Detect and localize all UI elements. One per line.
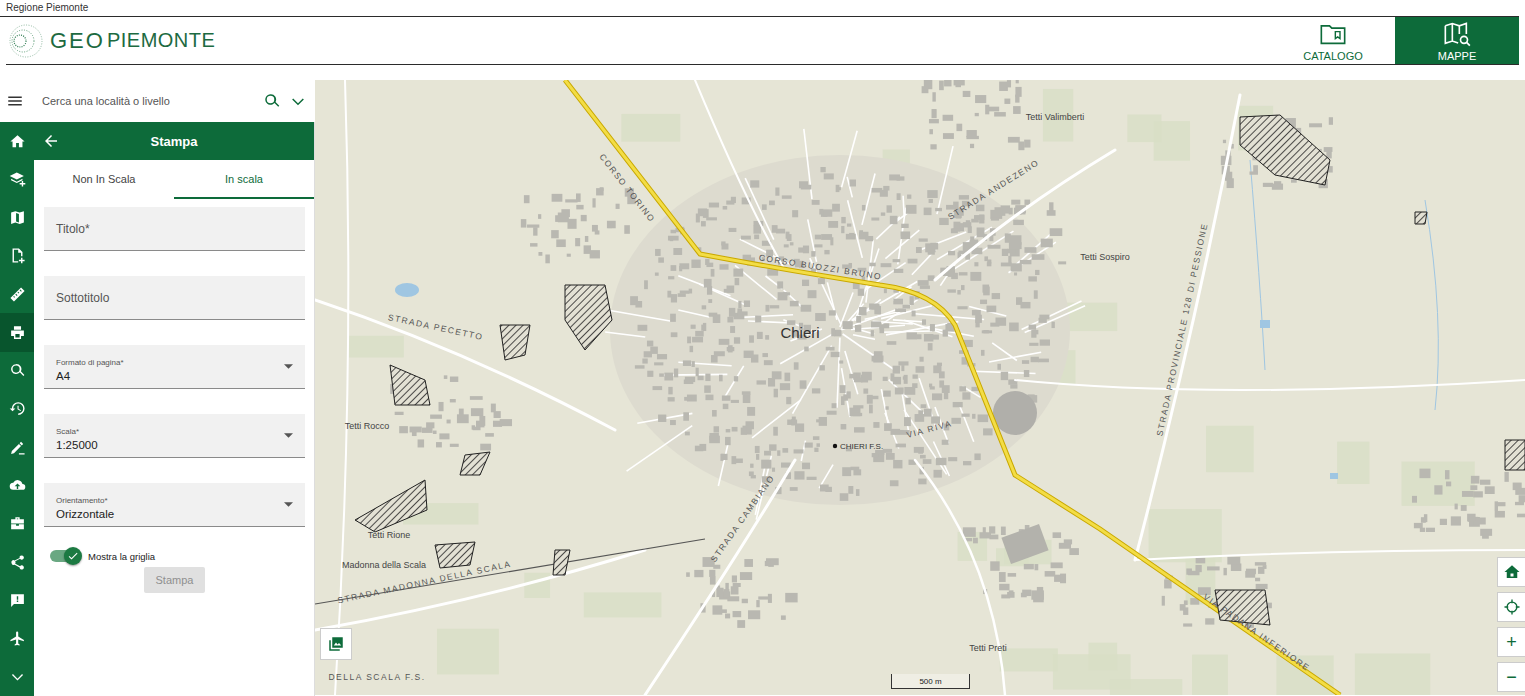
nav-item[interactable] bbox=[0, 428, 34, 466]
tab[interactable]: Non In Scala bbox=[34, 160, 174, 199]
cloud-upload-icon bbox=[9, 477, 26, 494]
logo-prefix: GEO bbox=[50, 28, 105, 54]
map-label: Madonna della Scala bbox=[342, 560, 426, 570]
nav-rail bbox=[0, 122, 34, 696]
map-label: Tetti Rocco bbox=[345, 421, 390, 431]
menu-icon[interactable] bbox=[6, 92, 24, 110]
toggle-track bbox=[50, 550, 80, 562]
map-label: Tetti Rione bbox=[368, 530, 411, 540]
chevron-down-icon[interactable] bbox=[289, 92, 307, 110]
nav-item[interactable] bbox=[0, 160, 34, 198]
search-bar: Cerca una località o livello bbox=[0, 80, 315, 122]
map-label: Chieri bbox=[780, 324, 819, 341]
header: GEO PIEMONTE CATALOGO MAPPE bbox=[6, 17, 1519, 65]
nav-item[interactable] bbox=[0, 122, 34, 160]
map-label: Tetti Sospiro bbox=[1080, 252, 1130, 262]
feedback-icon bbox=[9, 592, 26, 609]
layers-add-icon bbox=[9, 171, 26, 188]
check-icon bbox=[67, 550, 79, 562]
dropdown-caret-icon bbox=[284, 502, 293, 507]
map[interactable]: Chieri Tetti Valimberti Tetti Sospiro Tetti… bbox=[315, 80, 1525, 696]
panel-header: Stampa bbox=[34, 122, 314, 160]
logo[interactable]: GEO PIEMONTE bbox=[6, 17, 215, 64]
app: Regione Piemonte GEO PIEMONTE CATALOGO M… bbox=[0, 0, 1525, 696]
map-label: STRADA MADONNA DELLA SCALA bbox=[337, 559, 513, 606]
zoom-in-button[interactable]: + bbox=[1497, 627, 1525, 657]
map-label: VIA RIVA bbox=[905, 418, 953, 440]
search-input[interactable]: Cerca una località o livello bbox=[32, 95, 255, 107]
toggle-knob bbox=[64, 547, 82, 565]
station-dot-icon bbox=[833, 444, 837, 448]
grid-toggle[interactable]: Mostra la griglia bbox=[44, 550, 305, 562]
nav-item[interactable] bbox=[0, 199, 34, 237]
map-label: STRADA ANDEZENO bbox=[946, 157, 1041, 221]
locate-button[interactable] bbox=[1497, 592, 1525, 622]
map-label: Tetti Preti bbox=[969, 643, 1007, 653]
map-icon bbox=[9, 209, 26, 226]
map-search-icon bbox=[1442, 20, 1472, 48]
ruler-icon bbox=[9, 286, 26, 303]
zoom-out-button[interactable]: − bbox=[1497, 662, 1525, 692]
file-add-icon bbox=[9, 247, 26, 264]
chevron-down-icon bbox=[9, 668, 26, 685]
map-label: STRADA CAMBIANO bbox=[709, 473, 777, 564]
nav-item[interactable] bbox=[0, 237, 34, 275]
airplane-icon bbox=[9, 630, 26, 647]
map-canvas[interactable]: Chieri Tetti Valimberti Tetti Sospiro Tetti… bbox=[315, 80, 1525, 695]
map-label: STRADA PECETTO bbox=[387, 312, 484, 342]
history-icon bbox=[9, 400, 26, 417]
tabs: Non In ScalaIn scala bbox=[34, 160, 314, 199]
home-icon bbox=[9, 133, 26, 150]
nav-item[interactable] bbox=[0, 505, 34, 543]
map-label: DELLA SCALA F.S. bbox=[328, 672, 425, 682]
share-icon bbox=[9, 554, 26, 571]
draw-icon bbox=[9, 439, 26, 456]
dropdown-caret-icon bbox=[284, 364, 293, 369]
tab[interactable]: In scala bbox=[174, 160, 314, 199]
header-button[interactable]: MAPPE bbox=[1395, 17, 1519, 64]
map-label: Tetti Valimberti bbox=[1026, 112, 1084, 122]
search-icon[interactable] bbox=[263, 92, 281, 110]
print-panel: Stampa Non In ScalaIn scala Titolo* Sotto… bbox=[34, 122, 315, 696]
nav-item[interactable] bbox=[0, 581, 34, 619]
map-label: VIA PADANA INFERIORE bbox=[1201, 592, 1312, 674]
nav-item[interactable] bbox=[0, 466, 34, 504]
toolbox-icon bbox=[9, 515, 26, 532]
search-icon bbox=[9, 362, 26, 379]
header-button[interactable]: CATALOGO bbox=[1271, 17, 1395, 64]
map-label: CORSO TORINO bbox=[597, 152, 657, 225]
logo-name: PIEMONTE bbox=[107, 29, 215, 52]
globe-icon bbox=[8, 23, 44, 59]
background-layers-button[interactable] bbox=[320, 628, 352, 660]
nav-item[interactable] bbox=[0, 619, 34, 657]
print-button[interactable]: Stampa bbox=[144, 567, 206, 593]
text-field[interactable]: Sottotitolo bbox=[44, 276, 305, 320]
crosshair-icon bbox=[1503, 598, 1521, 616]
map-label: STRADA PROVINCIALE 128 DI PESSIONE bbox=[1155, 222, 1210, 437]
scale-bar: 500 m bbox=[891, 674, 970, 689]
map-controls: + − bbox=[1497, 557, 1525, 692]
nav-item[interactable] bbox=[0, 313, 34, 351]
back-arrow-icon[interactable] bbox=[42, 132, 60, 150]
map-label: CORSO BUOZZI BRUNO bbox=[758, 252, 883, 281]
region-bar: Regione Piemonte bbox=[0, 0, 1519, 17]
folder-icon bbox=[1318, 20, 1348, 48]
image-layers-icon bbox=[327, 635, 345, 653]
nav-item[interactable] bbox=[0, 658, 34, 696]
select-field[interactable]: Scala* 1:25000 bbox=[44, 414, 305, 458]
map-label: CHIERI F.S. bbox=[840, 442, 883, 451]
print-icon bbox=[9, 324, 26, 341]
nav-item[interactable] bbox=[0, 352, 34, 390]
home-icon bbox=[1503, 563, 1521, 581]
nav-item[interactable] bbox=[0, 390, 34, 428]
select-field[interactable]: Formato di pagina* A4 bbox=[44, 345, 305, 389]
nav-item[interactable] bbox=[0, 543, 34, 581]
select-field[interactable]: Orientamento* Orizzontale bbox=[44, 483, 305, 527]
text-field[interactable]: Titolo* bbox=[44, 207, 305, 251]
dropdown-caret-icon bbox=[284, 433, 293, 438]
nav-item[interactable] bbox=[0, 275, 34, 313]
home-view-button[interactable] bbox=[1497, 557, 1525, 587]
